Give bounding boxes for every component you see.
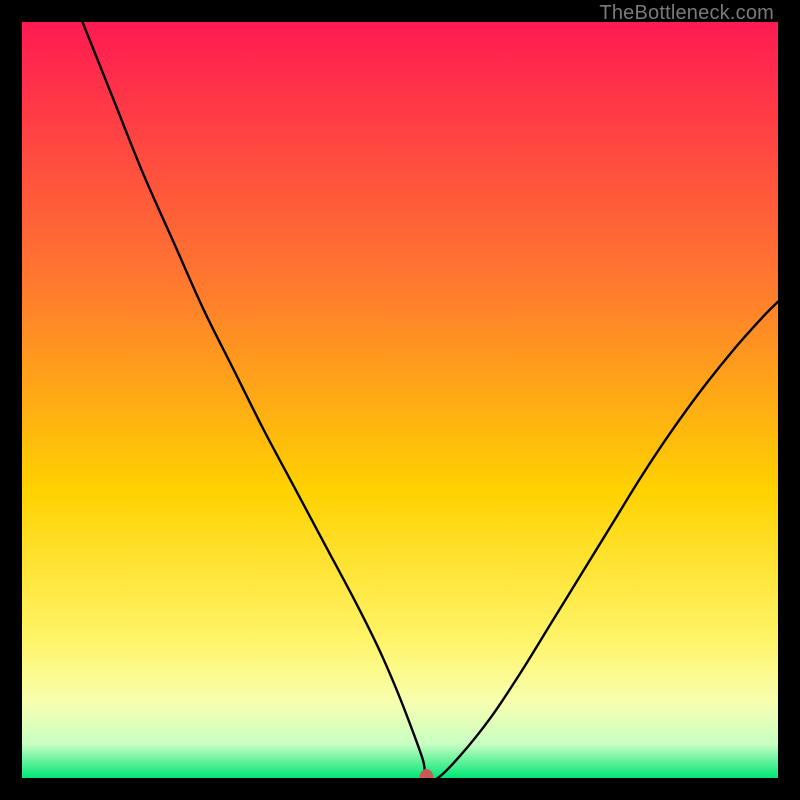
bottleneck-chart — [22, 22, 778, 778]
gradient-background — [22, 22, 778, 778]
plot-area — [22, 22, 778, 778]
chart-frame: TheBottleneck.com — [0, 0, 800, 800]
